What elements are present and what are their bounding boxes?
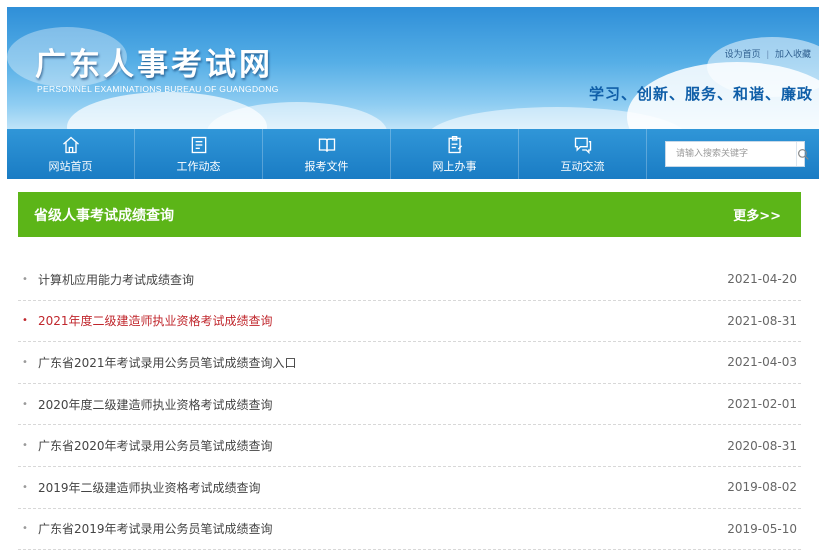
nav-label: 网上办事 [432,159,477,173]
list-item-left: • 广东省2021年考试录用公务员笔试成绩查询入口 [18,354,297,371]
nav-item-exam-docs[interactable]: 报考文件 [263,129,391,179]
search-button[interactable] [796,142,810,166]
main-nav: 网站首页 工作动态 报考文件 网上办事 互动交流 [7,129,819,179]
site-title: 广东人事考试网 [35,47,273,83]
bullet-icon: • [22,273,28,285]
list-item-date: 2019-08-02 [727,480,797,495]
list-item: • 广东省2019年考试录用公务员笔试成绩查询 2019-05-10 [18,509,801,551]
nav-label: 工作动态 [176,159,221,173]
set-homepage-link[interactable]: 设为首页 [725,49,761,59]
top-links-separator: | [766,49,769,59]
list-item: • 2019年二级建造师执业资格考试成绩查询 2019-08-02 [18,467,801,509]
section-header: 省级人事考试成绩查询 更多>> [18,192,801,237]
site-banner: 广东人事考试网 PERSONNEL EXAMINATIONS BUREAU OF… [7,7,819,129]
list-item: • 2020年度二级建造师执业资格考试成绩查询 2021-02-01 [18,384,801,426]
list-item-link[interactable]: 2021年度二级建造师执业资格考试成绩查询 [38,312,273,329]
news-icon [191,136,206,153]
chat-icon [574,137,591,154]
search-icon [798,148,809,160]
list-item-date: 2021-04-20 [727,272,797,287]
list-item-left: • 2021年度二级建造师执业资格考试成绩查询 [18,312,273,329]
section-title: 省级人事考试成绩查询 [34,207,174,224]
list-item: • 广东省2020年考试录用公务员笔试成绩查询 2020-08-31 [18,425,801,467]
list-item-date: 2021-08-31 [727,313,797,328]
list-item-left: • 广东省2019年考试录用公务员笔试成绩查询 [18,520,273,537]
search-input[interactable] [666,142,796,166]
list-item-link[interactable]: 2020年度二级建造师执业资格考试成绩查询 [38,396,273,413]
list-item: • 计算机应用能力考试成绩查询 2021-04-20 [18,259,801,301]
list-item: • 2021年度二级建造师执业资格考试成绩查询 2021-08-31 [18,301,801,343]
list-item-left: • 2019年二级建造师执业资格考试成绩查询 [18,479,261,496]
list-item-link[interactable]: 广东省2021年考试录用公务员笔试成绩查询入口 [38,354,297,371]
list-item-date: 2019-05-10 [727,521,797,536]
bullet-icon: • [22,440,28,452]
nav-item-home[interactable]: 网站首页 [7,129,135,179]
add-favorite-link[interactable]: 加入收藏 [775,49,811,59]
top-links: 设为首页 | 加入收藏 [725,47,811,60]
page: 广东人事考试网 PERSONNEL EXAMINATIONS BUREAU OF… [0,0,826,559]
list-item-date: 2021-02-01 [727,397,797,412]
slogan: 学习、创新、服务、和谐、廉政 [588,85,813,103]
list-item-link[interactable]: 2019年二级建造师执业资格考试成绩查询 [38,479,261,496]
nav-label: 报考文件 [304,159,349,173]
home-icon [62,136,79,153]
more-link[interactable]: 更多>> [733,205,781,224]
nav-label: 互动交流 [560,159,605,173]
clipboard-icon [448,135,462,153]
list-item: • 广东省2021年考试录用公务员笔试成绩查询入口 2021-04-03 [18,342,801,384]
bullet-icon: • [22,315,28,327]
search-box [665,141,809,167]
list-item-link[interactable]: 广东省2020年考试录用公务员笔试成绩查询 [38,437,273,454]
list-item-date: 2020-08-31 [727,438,797,453]
list-item-date: 2021-04-03 [727,355,797,370]
list-item-left: • 计算机应用能力考试成绩查询 [18,271,194,288]
list-item-left: • 广东省2020年考试录用公务员笔试成绩查询 [18,437,273,454]
list-item-link[interactable]: 广东省2019年考试录用公务员笔试成绩查询 [38,520,273,537]
nav-item-online-service[interactable]: 网上办事 [391,129,519,179]
results-list: • 计算机应用能力考试成绩查询 2021-04-20 • 2021年度二级建造师… [18,259,801,551]
site-subtitle: PERSONNEL EXAMINATIONS BUREAU OF GUANGDO… [37,84,279,94]
book-icon [318,138,335,152]
bullet-icon: • [22,398,28,410]
nav-item-work-news[interactable]: 工作动态 [135,129,263,179]
nav-label: 网站首页 [48,159,93,173]
nav-item-interaction[interactable]: 互动交流 [519,129,647,179]
bullet-icon: • [22,356,28,368]
list-item-link[interactable]: 计算机应用能力考试成绩查询 [38,271,194,288]
bullet-icon: • [22,523,28,535]
bullet-icon: • [22,481,28,493]
list-item-left: • 2020年度二级建造师执业资格考试成绩查询 [18,396,273,413]
